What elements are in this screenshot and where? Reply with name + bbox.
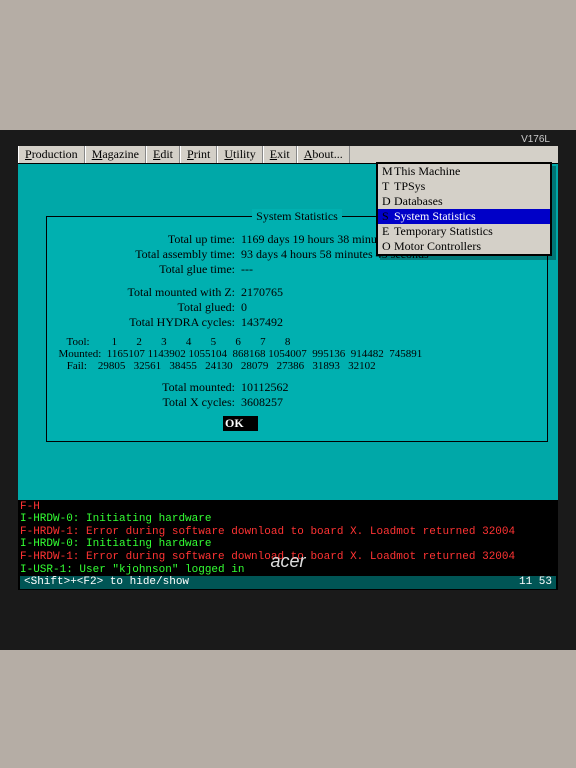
menu-print[interactable]: Print — [180, 146, 217, 163]
tool-mounted-row: Mounted: 1165107 1143902 1055104 868168 … — [53, 348, 422, 360]
monitor-logo: acer — [270, 551, 305, 572]
tool-table: Tool: 1 2 3 4 5 6 7 8 Mounted: 1165107 1… — [53, 336, 541, 372]
crt-screen: Production Magazine Edit Print Utility E… — [18, 146, 558, 590]
dropdown-temporary-statistics[interactable]: ETemporary Statistics — [378, 224, 550, 239]
log-line: F-HRDW-1: Error during software download… — [20, 526, 556, 539]
dropdown-tpsys[interactable]: TTPSys — [378, 179, 550, 194]
about-dropdown: MThis Machine TTPSys DDatabases SSystem … — [376, 162, 552, 256]
menu-production[interactable]: Production — [18, 146, 85, 163]
dropdown-this-machine[interactable]: MThis Machine — [378, 164, 550, 179]
stat-x-cycles: Total X cycles:3608257 — [53, 395, 541, 410]
menu-magazine[interactable]: Magazine — [85, 146, 146, 163]
monitor-bezel: V176L Production Magazine Edit Print Uti… — [0, 130, 576, 650]
menu-utility[interactable]: Utility — [217, 146, 262, 163]
tool-header-row: Tool: 1 2 3 4 5 6 7 8 — [53, 336, 290, 348]
log-line: F-H — [20, 501, 556, 514]
menu-about[interactable]: About... — [297, 146, 350, 163]
tool-fail-row: Fail: 29805 32561 38455 24130 28079 2738… — [53, 360, 376, 372]
stat-glued: Total glued:0 — [53, 300, 541, 315]
status-hint: <Shift>+<F2> to hide/show — [24, 576, 189, 589]
dropdown-system-statistics[interactable]: SSystem Statistics — [378, 209, 550, 224]
status-line: <Shift>+<F2> to hide/show 11 53 — [20, 576, 556, 589]
stat-glue-time: Total glue time:--- — [53, 262, 541, 277]
monitor-model: V176L — [521, 134, 550, 145]
stat-mounted-z: Total mounted with Z:2170765 — [53, 285, 541, 300]
status-clock: 11 53 — [519, 576, 552, 589]
stat-hydra: Total HYDRA cycles:1437492 — [53, 315, 541, 330]
dropdown-motor-controllers[interactable]: OMotor Controllers — [378, 239, 550, 254]
menu-exit[interactable]: Exit — [263, 146, 297, 163]
log-line: I-HRDW-0: Initiating hardware — [20, 538, 556, 551]
ok-button[interactable]: OK — [223, 416, 258, 431]
message-log: F-H I-HRDW-0: Initiating hardware F-HRDW… — [18, 500, 558, 590]
stat-total-mounted: Total mounted:10112562 — [53, 380, 541, 395]
menu-edit[interactable]: Edit — [146, 146, 180, 163]
log-line: I-HRDW-0: Initiating hardware — [20, 513, 556, 526]
dropdown-databases[interactable]: DDatabases — [378, 194, 550, 209]
